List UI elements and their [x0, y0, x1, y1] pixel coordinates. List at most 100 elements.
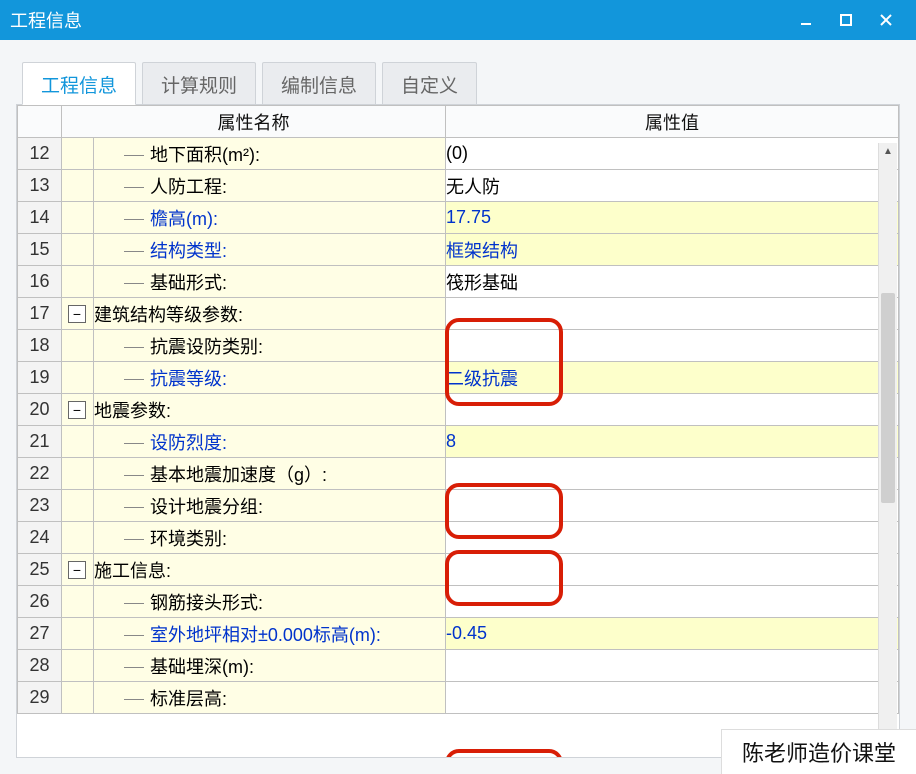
- window-title: 工程信息: [10, 7, 82, 33]
- row-number: 21: [18, 426, 62, 458]
- maximize-button[interactable]: [826, 0, 866, 40]
- table-row[interactable]: 24 环境类别:: [18, 522, 899, 554]
- table-row[interactable]: 29标准层高:: [18, 682, 899, 714]
- table-row[interactable]: 13人防工程:无人防: [18, 170, 899, 202]
- tree-cell: [62, 426, 94, 458]
- property-name-text: 抗震设防类别:: [150, 337, 263, 357]
- table-row[interactable]: 19抗震等级:二级抗震: [18, 362, 899, 394]
- property-value[interactable]: [446, 650, 899, 682]
- table-row[interactable]: 22基本地震加速度（g）:: [18, 458, 899, 490]
- row-number: 27: [18, 618, 62, 650]
- property-name-text: 结构类型:: [150, 241, 227, 261]
- tree-line-icon: [124, 507, 144, 508]
- row-number: 24: [18, 522, 62, 554]
- property-value[interactable]: 8: [446, 426, 899, 458]
- property-value[interactable]: 无人防: [446, 170, 899, 202]
- table-row[interactable]: 23 设计地震分组:: [18, 490, 899, 522]
- table-row[interactable]: 15 结构类型: 框架结构: [18, 234, 899, 266]
- property-value[interactable]: [446, 522, 899, 554]
- table-row[interactable]: 26钢筋接头形式:: [18, 586, 899, 618]
- watermark-label: 陈老师造价课堂: [721, 729, 916, 774]
- property-value[interactable]: (0): [446, 138, 899, 170]
- highlight-annotation: [445, 749, 563, 757]
- property-value[interactable]: [446, 586, 899, 618]
- tree-line-icon: [124, 251, 144, 252]
- table-row[interactable]: 16 基础形式: 筏形基础: [18, 266, 899, 298]
- property-value[interactable]: [446, 298, 899, 330]
- tree-line-icon: [124, 667, 144, 668]
- property-value-text: 二级抗震: [446, 369, 518, 389]
- property-name: 基础形式:: [94, 266, 446, 298]
- scroll-thumb[interactable]: [881, 293, 895, 503]
- property-name: 基本地震加速度（g）:: [94, 458, 446, 490]
- tree-cell: [62, 266, 94, 298]
- property-value[interactable]: [446, 554, 899, 586]
- close-button[interactable]: [866, 0, 906, 40]
- vertical-scrollbar[interactable]: ▲ ▼: [878, 143, 897, 755]
- property-value[interactable]: [446, 458, 899, 490]
- tab-custom[interactable]: 自定义: [382, 62, 477, 104]
- table-row[interactable]: 17−建筑结构等级参数:: [18, 298, 899, 330]
- property-value[interactable]: 筏形基础: [446, 266, 899, 298]
- dialog-window: 工程信息 工程信息 计算规则 编制信息 自定义: [0, 0, 916, 774]
- tree-cell[interactable]: −: [62, 554, 94, 586]
- tree-line-icon: [124, 347, 144, 348]
- table-row[interactable]: 20−地震参数:: [18, 394, 899, 426]
- scroll-up-button[interactable]: ▲: [879, 143, 897, 159]
- table-row[interactable]: 12 地下面积(m²): (0): [18, 138, 899, 170]
- tree-cell: [62, 490, 94, 522]
- property-value[interactable]: [446, 490, 899, 522]
- property-value[interactable]: [446, 330, 899, 362]
- table-row[interactable]: 25−施工信息:: [18, 554, 899, 586]
- tree-line-icon: [124, 635, 144, 636]
- tree-cell: [62, 650, 94, 682]
- table-row[interactable]: 21设防烈度:8: [18, 426, 899, 458]
- property-name-text: 标准层高:: [150, 689, 227, 709]
- property-value-text: -0.45: [446, 623, 487, 643]
- table-row[interactable]: 28 基础埋深(m):: [18, 650, 899, 682]
- property-name: 地下面积(m²):: [94, 138, 446, 170]
- property-name: 基础埋深(m):: [94, 650, 446, 682]
- row-number: 15: [18, 234, 62, 266]
- row-number: 28: [18, 650, 62, 682]
- collapse-toggle-icon[interactable]: −: [68, 401, 86, 419]
- tree-line-icon: [124, 283, 144, 284]
- tree-cell[interactable]: −: [62, 298, 94, 330]
- row-number: 14: [18, 202, 62, 234]
- row-number: 18: [18, 330, 62, 362]
- table-row[interactable]: 18 抗震设防类别:: [18, 330, 899, 362]
- collapse-toggle-icon[interactable]: −: [68, 305, 86, 323]
- table-row[interactable]: 27室外地坪相对±0.000标高(m):-0.45: [18, 618, 899, 650]
- tree-cell: [62, 458, 94, 490]
- property-value-text: 框架结构: [446, 241, 518, 261]
- property-name-text: 环境类别:: [150, 529, 227, 549]
- row-number: 12: [18, 138, 62, 170]
- property-value[interactable]: [446, 682, 899, 714]
- collapse-toggle-icon[interactable]: −: [68, 561, 86, 579]
- property-name-text: 基础形式:: [150, 273, 227, 293]
- property-value[interactable]: [446, 394, 899, 426]
- tab-project-info[interactable]: 工程信息: [22, 62, 136, 105]
- property-name: 设计地震分组:: [94, 490, 446, 522]
- row-number: 23: [18, 490, 62, 522]
- property-name: 建筑结构等级参数:: [94, 298, 446, 330]
- property-value-text: 筏形基础: [446, 273, 518, 293]
- property-name: 标准层高:: [94, 682, 446, 714]
- property-value[interactable]: 17.75: [446, 202, 899, 234]
- property-value[interactable]: -0.45: [446, 618, 899, 650]
- property-value[interactable]: 二级抗震: [446, 362, 899, 394]
- table-row[interactable]: 14檐高(m):17.75: [18, 202, 899, 234]
- property-name-text: 钢筋接头形式:: [150, 593, 263, 613]
- tree-line-icon: [124, 379, 144, 380]
- minimize-button[interactable]: [786, 0, 826, 40]
- tab-compile-info[interactable]: 编制信息: [262, 62, 376, 104]
- titlebar[interactable]: 工程信息: [0, 0, 916, 40]
- property-name-text: 地下面积(m²):: [150, 145, 260, 165]
- property-name: 抗震设防类别:: [94, 330, 446, 362]
- property-name: 人防工程:: [94, 170, 446, 202]
- property-value-text: (0): [446, 143, 468, 163]
- property-value[interactable]: 框架结构: [446, 234, 899, 266]
- tree-cell[interactable]: −: [62, 394, 94, 426]
- tab-calc-rules[interactable]: 计算规则: [142, 62, 256, 104]
- row-number: 16: [18, 266, 62, 298]
